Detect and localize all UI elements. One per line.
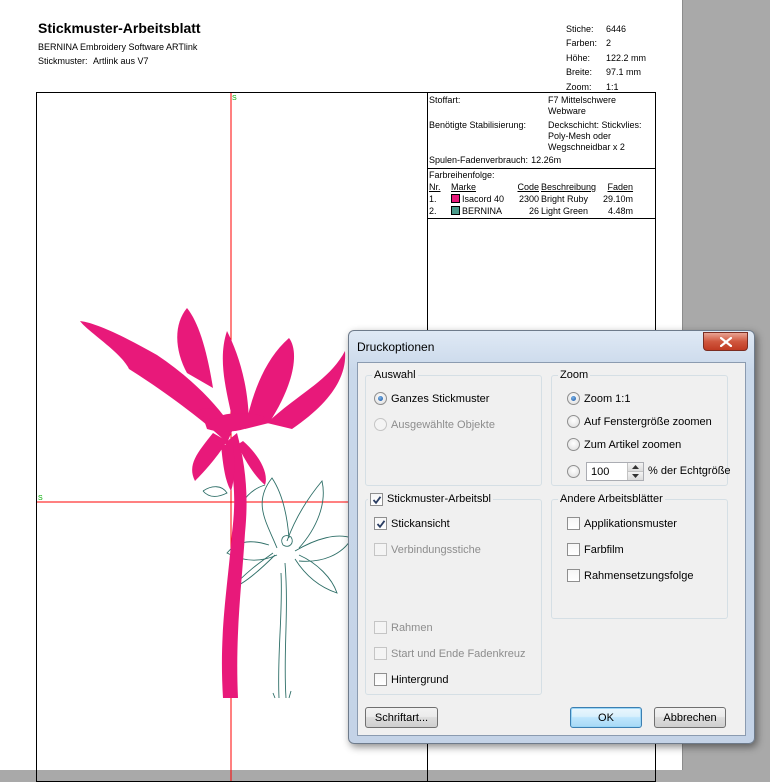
col-desc: Beschreibung — [541, 182, 597, 192]
dialog-body: Auswahl Ganzes Stickmuster Ausgewählte O… — [357, 362, 746, 736]
other-worksheets-title: Andere Arbeitsblätter — [558, 492, 665, 506]
design-name-value: Artlink aus V7 — [93, 56, 149, 66]
table-header-row: Nr. Marke Code Beschreibung Faden — [429, 181, 635, 193]
percent-input[interactable] — [587, 463, 627, 480]
radio-indicator[interactable] — [567, 415, 580, 428]
radio-indicator[interactable] — [567, 392, 580, 405]
stabilizer-row: Benötigte Stabilisierung: Deckschicht: S… — [428, 120, 655, 153]
stabilizer-value: Deckschicht: Stickvlies: Poly-Mesh oder … — [548, 120, 642, 152]
checkbox-indicator[interactable] — [374, 673, 387, 686]
bobbin-label: Spulen-Fadenverbrauch: — [429, 155, 529, 165]
stat-stitches: Stiche: 6446 — [566, 24, 627, 34]
checkmark-icon — [372, 495, 382, 504]
percent-spinner[interactable] — [586, 462, 644, 481]
checkbox-farbfilm[interactable]: Farbfilm — [567, 543, 624, 556]
checkbox-indicator[interactable] — [374, 543, 387, 556]
close-icon — [719, 336, 732, 347]
col-code: Code — [517, 182, 539, 192]
stat-height: Höhe: 122.2 mm — [566, 52, 647, 63]
design-name-line: Stickmuster: Artlink aus V7 — [38, 56, 149, 66]
col-thread: Faden — [607, 182, 634, 192]
color-swatch — [451, 206, 460, 215]
top-marker-label: S — [232, 95, 237, 102]
fabric-row: Stoffart: F7 Mittelschwere Webware — [428, 95, 655, 117]
selection-group: Auswahl Ganzes Stickmuster Ausgewählte O… — [365, 368, 542, 486]
checkmark-icon — [376, 520, 386, 529]
selection-group-title: Auswahl — [372, 368, 418, 382]
checkbox-stickansicht[interactable]: Stickansicht — [374, 517, 450, 530]
color-sequence-table: Nr. Marke Code Beschreibung Faden 1. Isa… — [429, 181, 635, 217]
radio-indicator[interactable] — [374, 392, 387, 405]
zoom-group: Zoom Zoom 1:1 Auf Fenstergröße zoomen Zu… — [551, 368, 731, 486]
checkbox-rahmen[interactable]: Rahmen — [374, 621, 433, 634]
percent-label: % der Echtgröße — [648, 465, 731, 477]
design-name-label: Stickmuster: — [38, 56, 88, 66]
checkbox-indicator[interactable] — [374, 621, 387, 634]
zoom-group-title: Zoom — [558, 368, 591, 382]
worksheet-checkbox[interactable] — [370, 492, 383, 506]
color-swatch — [451, 194, 460, 203]
worksheet-group: Stickmuster-Arbeitsbl Stickansicht Verbi… — [365, 492, 542, 695]
dialog-title: Druckoptionen — [357, 340, 435, 354]
radio-indicator[interactable] — [567, 438, 580, 451]
left-marker-label: S — [38, 495, 43, 502]
radio-whole-design[interactable]: Ganzes Stickmuster — [374, 392, 489, 405]
checkbox-indicator[interactable] — [374, 517, 387, 530]
close-button[interactable] — [703, 332, 748, 351]
font-button[interactable]: Schriftart... — [365, 707, 438, 728]
table-row: 1. Isacord 40 2300 Bright Ruby 29.10m — [429, 194, 634, 204]
radio-fit-article[interactable]: Zum Artikel zoomen — [567, 438, 681, 451]
cancel-button[interactable]: Abbrechen — [654, 707, 726, 728]
worksheet-group-title[interactable]: Stickmuster-Arbeitsbl — [368, 492, 493, 506]
color-sequence-label: Farbreihenfolge: — [429, 170, 495, 180]
col-brand: Marke — [451, 182, 477, 192]
chevron-down-icon — [632, 474, 639, 478]
stabilizer-label: Benötigte Stabilisierung: — [429, 120, 527, 130]
fabric-value: F7 Mittelschwere Webware — [548, 95, 617, 116]
radio-fit-window[interactable]: Auf Fenstergröße zoomen — [567, 415, 712, 428]
spin-up-button[interactable] — [628, 463, 643, 471]
col-nr: Nr. — [429, 182, 441, 192]
print-options-dialog: Druckoptionen Auswahl Ganzes Stickmuster… — [348, 330, 755, 744]
checkbox-fadenkreuz[interactable]: Start und Ende Fadenkreuz — [374, 647, 539, 660]
spin-down-button[interactable] — [628, 471, 643, 480]
stat-colors: Farben: 2 — [566, 38, 612, 49]
radio-selected-objects[interactable]: Ausgewählte Objekte — [374, 418, 495, 431]
radio-percent[interactable] — [567, 465, 584, 478]
table-row: 2. BERNINA 26 Light Green 4.48m — [429, 206, 634, 216]
bobbin-row: Spulen-Fadenverbrauch: 12.26m — [428, 155, 655, 168]
stat-width: Breite: 97.1 mm — [566, 67, 642, 78]
checkbox-indicator[interactable] — [567, 517, 580, 530]
design-stats: Stiche: 6446 Farben: 2 Höhe: 122.2 mm Breit… — [566, 22, 646, 94]
checkbox-hintergrund[interactable]: Hintergrund — [374, 673, 448, 686]
checkbox-verbindungsstiche[interactable]: Verbindungsstiche — [374, 543, 481, 556]
other-worksheets-group: Andere Arbeitsblätter Applikationsmuster… — [551, 492, 728, 619]
checkbox-indicator[interactable] — [374, 647, 387, 660]
fabric-label: Stoffart: — [429, 95, 461, 105]
checkbox-indicator[interactable] — [567, 569, 580, 582]
ok-button[interactable]: OK — [570, 707, 642, 728]
radio-indicator[interactable] — [374, 418, 387, 431]
radio-zoom-1-1[interactable]: Zoom 1:1 — [567, 392, 630, 405]
chevron-up-icon — [632, 465, 639, 469]
bobbin-value: 12.26m — [531, 155, 562, 165]
checkbox-rahmensetzungsfolge[interactable]: Rahmensetzungsfolge — [567, 569, 693, 582]
radio-indicator[interactable] — [567, 465, 580, 478]
checkbox-applikationsmuster[interactable]: Applikationsmuster — [567, 517, 677, 530]
worksheet-title: Stickmuster-Arbeitsblatt — [38, 20, 201, 36]
software-name: BERNINA Embroidery Software ARTlink — [38, 42, 198, 52]
checkbox-indicator[interactable] — [567, 543, 580, 556]
